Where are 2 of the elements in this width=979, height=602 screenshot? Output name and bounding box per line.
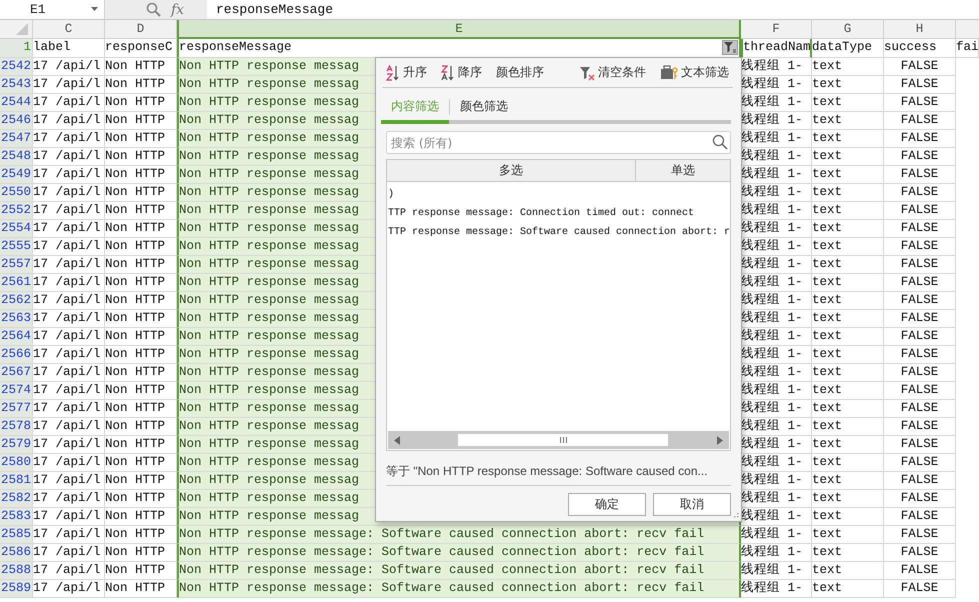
- filter-condition-text: 等于 "Non HTTP response message: Software caused con...: [386, 463, 731, 486]
- cell-reference: E1: [30, 2, 46, 17]
